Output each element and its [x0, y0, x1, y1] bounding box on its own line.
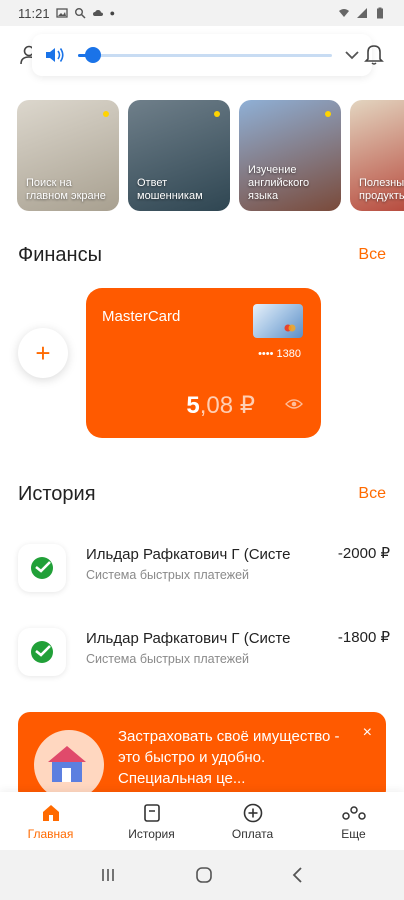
- card-thumbnail: [253, 304, 303, 338]
- image-icon: [55, 8, 68, 18]
- balance-int: 5: [186, 392, 200, 419]
- home-icon: [42, 804, 59, 821]
- nav-payment-label: Оплата: [231, 826, 274, 841]
- dot-icon: ●: [109, 8, 116, 18]
- nav-history[interactable]: История: [101, 792, 202, 850]
- sber-logo-icon: [18, 544, 66, 592]
- history-sub: Система быстрых платежей: [86, 652, 250, 666]
- volume-panel: [32, 34, 372, 76]
- unread-dot: [214, 111, 220, 117]
- volume-row: [0, 32, 404, 78]
- mastercard-logo-icon: [284, 324, 296, 332]
- nav-more-label: Еще: [341, 826, 366, 841]
- nav-home-label: Главная: [27, 826, 74, 841]
- nav-more[interactable]: Еще: [303, 792, 404, 850]
- story-label: Ответ мошенникам: [137, 177, 203, 202]
- wifi-icon: [339, 9, 349, 17]
- nav-payment[interactable]: Оплата: [202, 792, 303, 850]
- history-icon: [143, 803, 160, 822]
- story-card[interactable]: Изучение английского языка: [239, 100, 341, 211]
- history-amount: -2000 ₽: [337, 545, 390, 562]
- card-number: •••• 1380: [258, 348, 301, 360]
- balance-frac: ,08 ₽: [199, 392, 255, 419]
- signal-icon: [357, 8, 367, 18]
- recent-apps-icon[interactable]: [99, 867, 117, 883]
- home-system-icon[interactable]: [194, 865, 214, 885]
- insurance-promo-banner[interactable]: Застраховать своё имущество - это быстро…: [18, 712, 386, 802]
- battery-icon: [377, 7, 383, 19]
- unread-dot: [325, 111, 331, 117]
- more-icon: [341, 805, 366, 820]
- nav-home[interactable]: Главная: [0, 792, 101, 850]
- unread-dot: [103, 111, 109, 117]
- history-name: Ильдар Рафкатович Г (Систе: [86, 546, 291, 563]
- add-card-button[interactable]: +: [18, 328, 68, 378]
- story-label: Изучение английского языка: [248, 164, 310, 202]
- story-card[interactable]: Поиск на главном экране: [17, 100, 119, 211]
- cloud-icon: [92, 10, 103, 16]
- history-row[interactable]: Ильдар Рафкатович Г (Систе Система быстр…: [18, 538, 390, 598]
- story-card[interactable]: Ответ мошенникам: [128, 100, 230, 211]
- back-icon[interactable]: [291, 866, 305, 884]
- status-time: 11:21: [18, 5, 50, 21]
- card-balance: 5,08 ₽: [186, 391, 255, 420]
- nav-history-label: История: [128, 826, 175, 841]
- status-bar: 11:21 ●: [0, 0, 404, 26]
- chevron-down-icon[interactable]: [344, 49, 360, 61]
- close-icon[interactable]: ×: [363, 724, 372, 742]
- finance-all-link[interactable]: Все: [358, 246, 386, 264]
- history-title: История: [18, 483, 96, 505]
- bottom-nav: Главная История Оплата Еще: [0, 792, 404, 850]
- house-illustration: [34, 730, 104, 800]
- payment-icon: [243, 803, 262, 822]
- story-label: Поиск на главном экране: [26, 177, 106, 202]
- bell-icon[interactable]: [364, 43, 384, 65]
- volume-slider[interactable]: [78, 46, 332, 63]
- search-icon: [74, 8, 86, 19]
- history-amount: -1800 ₽: [337, 629, 390, 646]
- finance-title: Финансы: [18, 244, 102, 266]
- history-row[interactable]: Ильдар Рафкатович Г (Систе Система быстр…: [18, 622, 390, 682]
- stories-carousel[interactable]: Поиск на главном экране Ответ мошенникам И…: [17, 100, 404, 215]
- history-name: Ильдар Рафкатович Г (Систе: [86, 630, 291, 647]
- eye-icon[interactable]: [285, 398, 303, 410]
- speaker-icon[interactable]: [44, 45, 66, 65]
- card-name: MasterCard: [102, 308, 181, 325]
- history-sub: Система быстрых платежей: [86, 568, 250, 582]
- story-card[interactable]: Полезные продукты: [350, 100, 404, 211]
- system-nav-bar: [0, 850, 404, 900]
- mastercard-card[interactable]: MasterCard •••• 1380 5,08 ₽: [86, 288, 321, 438]
- promo-text: Застраховать своё имущество - это быстро…: [118, 728, 340, 787]
- volume-knob[interactable]: [85, 46, 102, 63]
- story-label: Полезные продукты: [359, 177, 404, 202]
- sber-logo-icon: [18, 628, 66, 676]
- history-all-link[interactable]: Все: [358, 485, 386, 503]
